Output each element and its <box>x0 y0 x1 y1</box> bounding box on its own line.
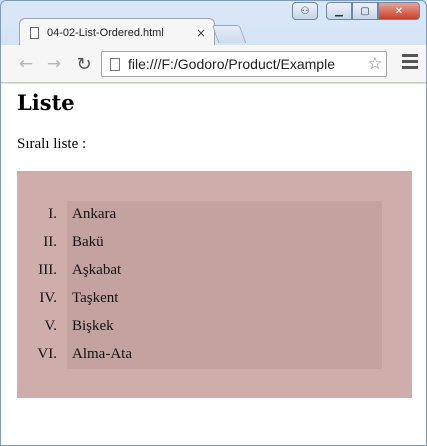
document-icon <box>110 57 120 71</box>
list-item-text: Bakü <box>72 234 104 250</box>
user-icon: ⚇ <box>300 5 310 17</box>
list-item-text: Alma-Ata <box>72 346 132 362</box>
reload-icon: ↻ <box>76 53 92 75</box>
browser-window: ⚇ ▁ ▢ ✕ 04-02-List-Ordered.html × ← → ↻ … <box>0 0 427 446</box>
window-controls: ⚇ ▁ ▢ ✕ <box>292 2 420 20</box>
list-item-text: Taşkent <box>72 290 119 306</box>
list-numeral: VI. <box>37 346 57 362</box>
list-item: VI. Alma-Ata <box>37 341 382 369</box>
back-arrow-icon: ← <box>18 54 34 74</box>
list-numeral: IV. <box>39 290 57 306</box>
tab-close-button[interactable]: × <box>194 26 208 40</box>
list-item: I. Ankara <box>48 201 382 229</box>
list-item: III. Aşkabat <box>38 257 382 285</box>
list-item-text: Aşkabat <box>72 262 122 278</box>
forward-button[interactable]: → <box>43 53 65 75</box>
intro-text: Sıralı liste : <box>17 136 87 152</box>
url-text[interactable]: file:///F:/Godoro/Product/Example <box>128 56 364 72</box>
tab-title: 04-02-List-Ordered.html <box>47 26 164 39</box>
hamburger-menu-icon[interactable] <box>402 54 418 72</box>
ordered-list: I. Ankara II. Bakü III. Aşkabat IV. Taşk… <box>37 201 382 369</box>
browser-toolbar: ← → ↻ file:///F:/Godoro/Product/Example … <box>1 45 426 83</box>
address-bar[interactable]: file:///F:/Godoro/Product/Example ☆ <box>101 51 387 77</box>
forward-arrow-icon: → <box>46 54 62 74</box>
star-icon[interactable]: ☆ <box>364 54 386 74</box>
list-numeral: I. <box>48 206 57 222</box>
list-item: V. Bişkek <box>44 313 382 341</box>
browser-tab[interactable]: 04-02-List-Ordered.html × <box>19 18 215 46</box>
close-window-button[interactable]: ✕ <box>378 2 420 20</box>
list-numeral: III. <box>38 262 57 278</box>
new-tab-button[interactable] <box>211 25 247 43</box>
maximize-icon: ▢ <box>360 5 370 17</box>
ordered-list-container: I. Ankara II. Bakü III. Aşkabat IV. Taşk… <box>17 171 412 398</box>
list-item-text: Bişkek <box>72 318 114 334</box>
page-viewport: Liste Sıralı liste : I. Ankara II. Bakü … <box>1 84 426 445</box>
minimize-icon: ▁ <box>335 5 343 17</box>
maximize-button[interactable]: ▢ <box>352 2 378 20</box>
reload-button[interactable]: ↻ <box>73 53 95 75</box>
list-numeral: V. <box>44 318 57 334</box>
minimize-button[interactable]: ▁ <box>326 2 352 20</box>
list-item: IV. Taşkent <box>39 285 382 313</box>
page-heading: Liste <box>17 90 75 115</box>
page-icon <box>30 26 39 39</box>
list-item: II. Bakü <box>43 229 382 257</box>
list-item-text: Ankara <box>72 206 117 222</box>
list-numeral: II. <box>43 234 57 250</box>
back-button[interactable]: ← <box>15 53 37 75</box>
close-icon: ✕ <box>394 5 404 17</box>
user-profile-button[interactable]: ⚇ <box>292 2 318 20</box>
